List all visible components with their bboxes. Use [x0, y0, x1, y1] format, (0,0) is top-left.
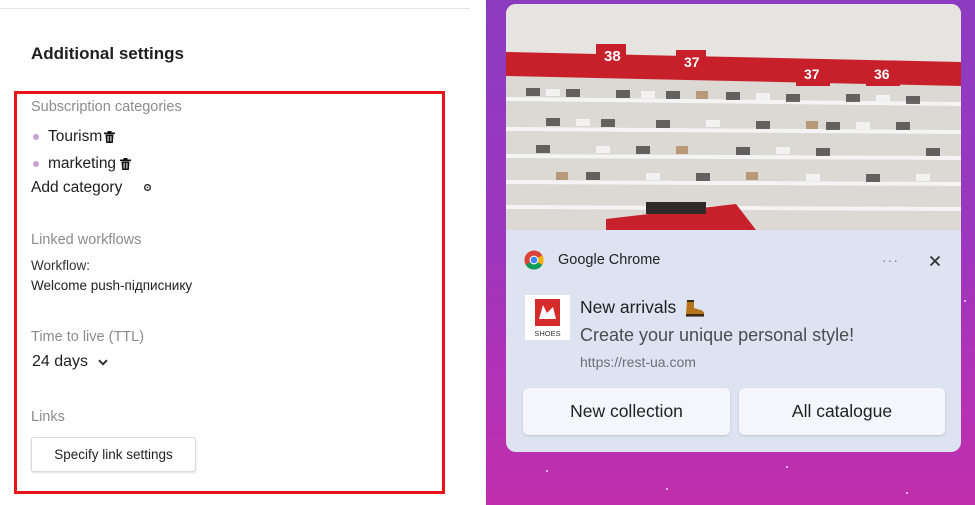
category-label: marketing	[48, 155, 117, 172]
app-header: Google Chrome	[524, 250, 660, 270]
boot-icon	[686, 299, 705, 317]
links-label: Links	[31, 409, 65, 425]
notification-card[interactable]: 38 37 37 36 Google Chrome ··· SHOES New …	[506, 4, 961, 452]
shoes-logo-icon: SHOES	[525, 295, 570, 340]
action-button-new-collection[interactable]: New collection	[523, 388, 730, 435]
chevron-down-icon	[98, 358, 108, 366]
notification-url: https://rest-ua.com	[580, 354, 696, 370]
ttl-value: 24 days	[32, 353, 89, 370]
specify-link-settings-button[interactable]: Specify link settings	[31, 437, 196, 472]
bullet-icon	[33, 161, 39, 167]
size-sign: 38	[604, 48, 621, 65]
gear-icon[interactable]	[143, 183, 152, 192]
category-item-marketing: marketing	[33, 155, 132, 173]
bullet-icon	[33, 134, 39, 140]
trash-icon[interactable]	[120, 158, 132, 170]
subscription-categories-label: Subscription categories	[31, 99, 182, 115]
action-button-all-catalogue[interactable]: All catalogue	[739, 388, 945, 435]
icon-caption: SHOES	[534, 329, 560, 338]
ttl-label: Time to live (TTL)	[31, 329, 145, 345]
notification-title-text: New arrivals	[580, 297, 677, 317]
site-icon: SHOES	[525, 295, 570, 340]
notification-body: Create your unique personal style!	[580, 325, 855, 345]
divider	[0, 8, 470, 9]
sparkle	[964, 300, 966, 302]
settings-panel: Additional settings Subscription categor…	[0, 0, 486, 505]
size-sign: 36	[874, 66, 890, 82]
ttl-select[interactable]: 24 days	[32, 353, 108, 371]
notification-preview: 38 37 37 36 Google Chrome ··· SHOES New …	[486, 0, 975, 505]
linked-workflows-label: Linked workflows	[31, 232, 142, 248]
close-icon[interactable]	[929, 255, 941, 267]
category-item-tourism: Tourism	[33, 128, 116, 146]
sparkle	[546, 470, 548, 472]
workflow-value[interactable]: Welcome push-підписнику	[31, 278, 192, 293]
workflow-label: Workflow:	[31, 258, 91, 273]
app-name: Google Chrome	[558, 252, 661, 268]
notification-title: New arrivals	[580, 297, 705, 318]
sparkle	[906, 492, 908, 494]
sparkle	[666, 488, 668, 490]
size-sign: 37	[804, 66, 820, 82]
more-options-icon[interactable]: ···	[882, 252, 899, 268]
size-sign: 37	[684, 54, 700, 70]
notification-image: 38 37 37 36	[506, 4, 961, 230]
sparkle	[786, 466, 788, 468]
shoe-store-photo: 38 37 37 36	[506, 4, 961, 230]
add-category-link[interactable]: Add category	[31, 179, 122, 197]
trash-icon[interactable]	[104, 131, 116, 143]
section-title: Additional settings	[31, 44, 184, 63]
chrome-icon	[524, 250, 544, 270]
category-label: Tourism	[48, 128, 103, 145]
